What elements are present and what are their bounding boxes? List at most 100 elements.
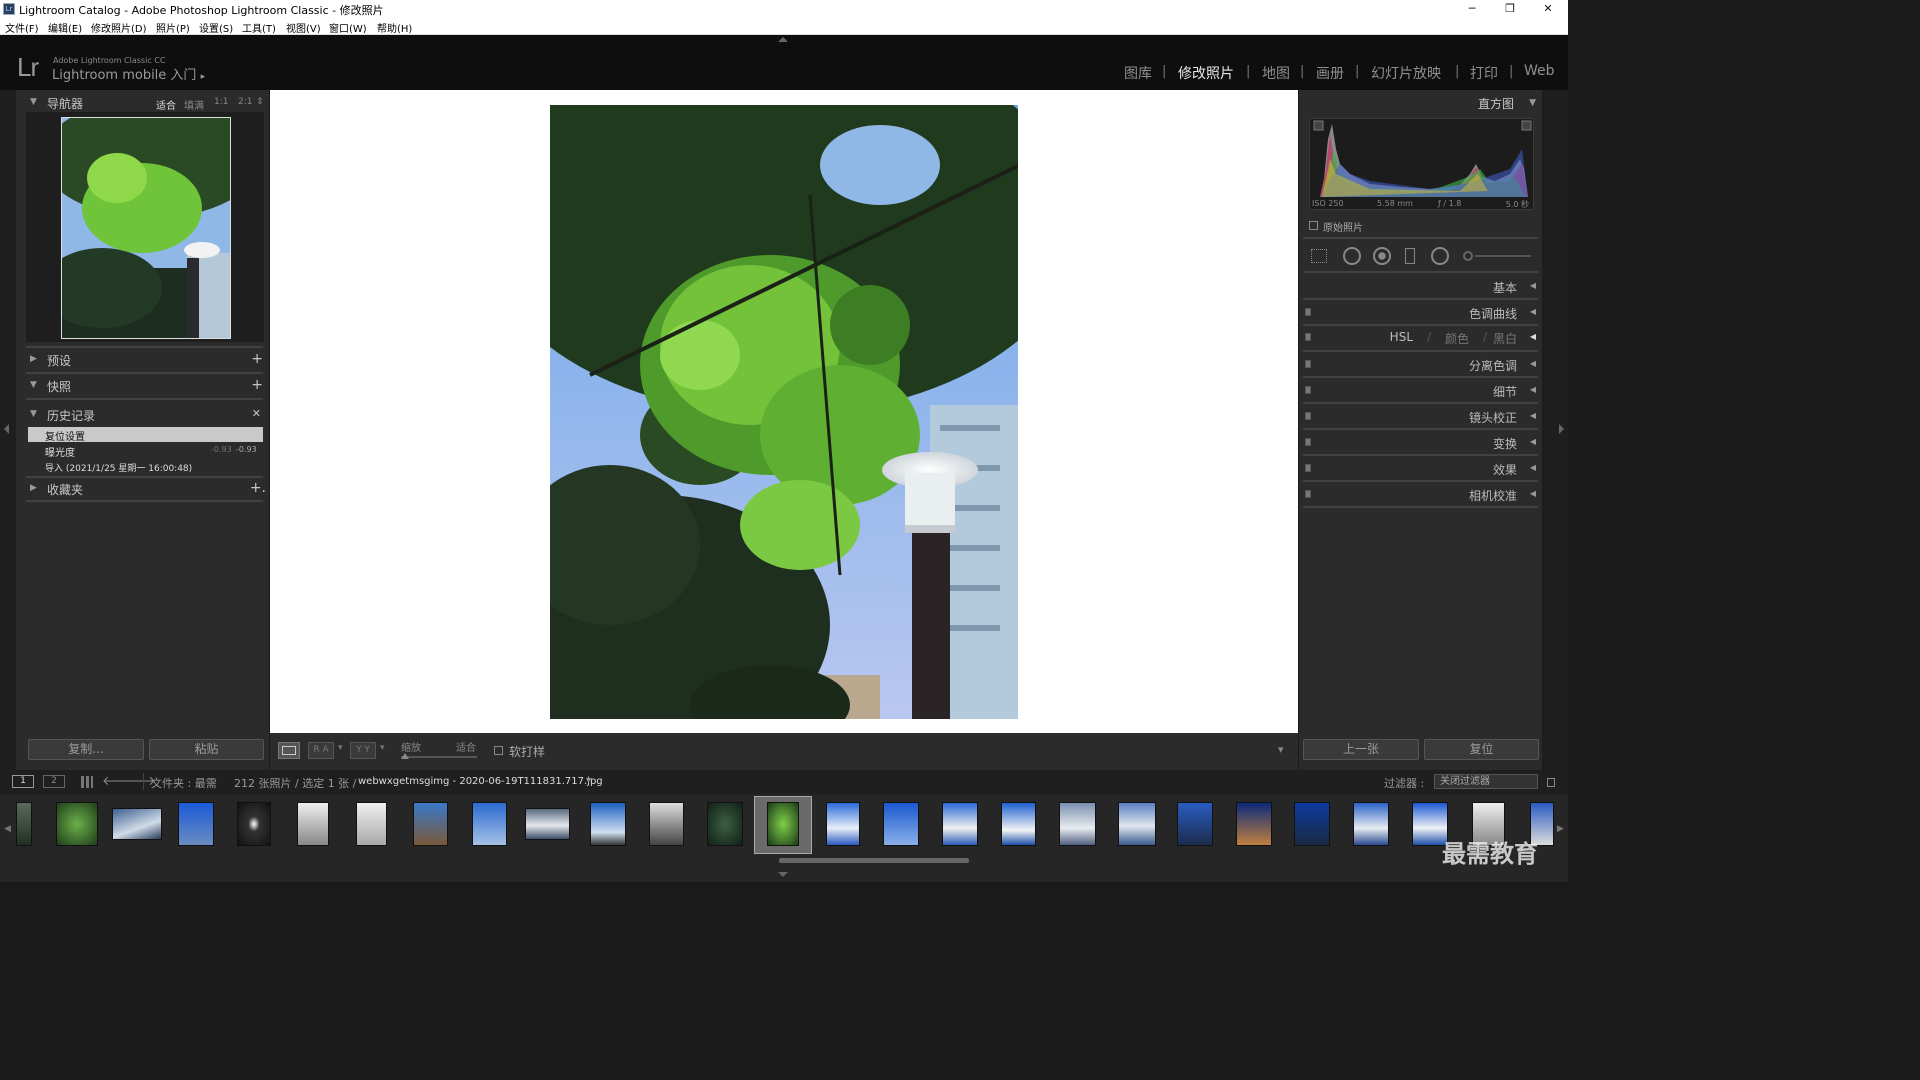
close-button[interactable]: ✕	[1528, 1, 1568, 17]
menu-develop[interactable]: 修改照片(D)	[91, 20, 147, 35]
filmstrip-thumbnail[interactable]	[413, 802, 448, 846]
menu-help[interactable]: 帮助(H)	[377, 20, 412, 35]
filmstrip-thumbnail[interactable]	[525, 808, 570, 840]
minimize-button[interactable]: ─	[1452, 1, 1492, 17]
menu-window[interactable]: 窗口(W)	[329, 20, 367, 35]
adjustment-brush-icon[interactable]	[1463, 251, 1473, 261]
zoom-slider-thumb[interactable]	[401, 753, 409, 759]
brush-slider[interactable]	[1475, 255, 1531, 257]
hsl-tab[interactable]: HSL	[1390, 330, 1413, 344]
filmstrip-thumbnail[interactable]	[472, 802, 507, 846]
filmstrip-thumbnail[interactable]	[1177, 802, 1213, 846]
panel-transform[interactable]: 变换 ◀	[1302, 431, 1539, 453]
zoom-fill[interactable]: 填满	[184, 97, 204, 112]
secondary-window-button[interactable]: 2	[43, 775, 65, 788]
before-after-split-button[interactable]: Y Y	[350, 742, 376, 759]
photo-canvas[interactable]	[270, 90, 1298, 733]
filmstrip-thumbnail[interactable]	[883, 802, 919, 846]
panel-basic[interactable]: 基本 ◀	[1302, 275, 1539, 297]
softproof-checkbox[interactable]	[494, 746, 503, 755]
before-after-button[interactable]: R A	[308, 742, 334, 759]
filmstrip-thumbnail[interactable]	[707, 802, 743, 846]
panel-switch[interactable]	[1305, 438, 1311, 446]
collections-header[interactable]: ▶ 收藏夹 +.	[16, 478, 269, 500]
filmstrip-thumbnail[interactable]	[1001, 802, 1036, 846]
graduated-filter-icon[interactable]	[1405, 248, 1415, 264]
menu-photo[interactable]: 照片(P)	[156, 20, 190, 35]
panel-hsl[interactable]: HSL / 颜色 / 黑白 ◀	[1302, 326, 1539, 348]
zoom-1-1[interactable]: 1:1	[214, 97, 228, 107]
original-photo-checkbox[interactable]	[1309, 221, 1318, 230]
histogram-title[interactable]: 直方图	[1478, 95, 1514, 112]
snapshots-header[interactable]: ▼ 快照 +	[16, 375, 269, 397]
panel-split-toning[interactable]: 分离色调 ◀	[1302, 353, 1539, 375]
zoom-slider[interactable]	[401, 756, 477, 758]
panel-switch[interactable]	[1305, 464, 1311, 472]
filmstrip-thumbnail[interactable]	[942, 802, 978, 846]
menu-tools[interactable]: 工具(T)	[242, 20, 276, 35]
module-library[interactable]: 图库	[1124, 63, 1152, 83]
filmstrip-thumbnail[interactable]	[16, 802, 32, 846]
copy-settings-button[interactable]: 复制...	[28, 739, 144, 760]
history-item[interactable]: 导入 (2021/1/25 星期一 16:00:48)	[28, 459, 263, 474]
panel-effects[interactable]: 效果 ◀	[1302, 457, 1539, 479]
filmstrip-thumbnail[interactable]	[826, 802, 860, 846]
filmstrip-thumbnail[interactable]	[1118, 802, 1156, 846]
filmstrip-thumbnail[interactable]	[56, 802, 98, 846]
dropdown-icon[interactable]: ▾	[380, 743, 385, 753]
filmstrip-thumbnail[interactable]	[178, 802, 214, 846]
filmstrip-thumbnail[interactable]	[237, 802, 271, 846]
module-print[interactable]: 打印	[1470, 63, 1498, 83]
main-window-button[interactable]: 1	[12, 775, 34, 788]
module-slideshow[interactable]: 幻灯片放映	[1371, 63, 1441, 83]
filter-select[interactable]: 关闭过滤器	[1434, 774, 1538, 789]
source-folder[interactable]: 文件夹 : 最需	[151, 775, 217, 791]
right-panel-grip[interactable]	[1543, 90, 1568, 770]
panel-tone-curve[interactable]: 色调曲线 ◀	[1302, 301, 1539, 323]
panel-detail[interactable]: 细节 ◀	[1302, 379, 1539, 401]
toolbar-menu-icon[interactable]: ▾	[1278, 743, 1284, 756]
filmstrip-thumbnail[interactable]	[767, 802, 799, 846]
loupe-view-button[interactable]	[278, 742, 300, 759]
scroll-right-icon[interactable]: ▶	[1557, 824, 1564, 834]
filmstrip-thumbnail[interactable]	[1059, 802, 1096, 846]
panel-camera-calibration[interactable]: 相机校准 ◀	[1302, 483, 1539, 505]
presets-header[interactable]: ▶ 预设 +	[16, 349, 269, 371]
collapse-bottom-icon[interactable]	[778, 872, 788, 877]
filmstrip-thumbnail[interactable]	[1294, 802, 1330, 846]
menu-view[interactable]: 视图(V)	[286, 20, 321, 35]
history-item[interactable]: 曝光度 -0.93 -0.93	[28, 443, 263, 459]
crop-icon[interactable]	[1311, 249, 1327, 263]
left-panel-grip[interactable]	[0, 90, 16, 770]
spot-removal-icon[interactable]	[1343, 247, 1361, 265]
module-develop[interactable]: 修改照片	[1178, 63, 1234, 83]
module-map[interactable]: 地图	[1262, 63, 1290, 83]
navigator-thumbnail[interactable]	[61, 117, 231, 339]
scroll-left-icon[interactable]: ◀	[4, 824, 11, 834]
module-web[interactable]: Web	[1524, 63, 1555, 79]
history-header[interactable]: ▼ 历史记录 ✕	[16, 404, 269, 426]
add-preset-button[interactable]: +	[251, 351, 263, 367]
panel-switch[interactable]	[1305, 412, 1311, 420]
zoom-more-icon[interactable]: ⇕	[256, 97, 264, 107]
collapse-top-icon[interactable]	[778, 37, 788, 42]
menu-file[interactable]: 文件(F)	[5, 20, 39, 35]
menu-edit[interactable]: 编辑(E)	[48, 20, 82, 35]
restore-button[interactable]: ❐	[1490, 1, 1530, 17]
zoom-2-1[interactable]: 2:1	[238, 97, 252, 107]
navigator-header[interactable]: ▼ 导航器 适合 填满 1:1 2:1 ⇕	[16, 92, 269, 114]
filmstrip-thumbnail[interactable]	[1236, 802, 1272, 846]
menu-settings[interactable]: 设置(S)	[199, 20, 233, 35]
dropdown-icon[interactable]: ▾	[338, 743, 343, 753]
panel-switch[interactable]	[1305, 360, 1311, 368]
red-eye-icon[interactable]	[1373, 247, 1391, 265]
panel-switch[interactable]	[1305, 333, 1311, 341]
histogram[interactable]: ISO 250 5.58 mm ƒ / 1.8 5.0 秒	[1309, 118, 1534, 210]
add-collection-button[interactable]: +.	[250, 480, 266, 496]
main-photo[interactable]	[550, 105, 1018, 719]
panel-switch[interactable]	[1305, 490, 1311, 498]
clear-history-button[interactable]: ✕	[252, 407, 261, 420]
panel-switch[interactable]	[1305, 386, 1311, 394]
zoom-fit[interactable]: 适合	[156, 97, 176, 112]
filmstrip-thumbnail[interactable]	[297, 802, 329, 846]
